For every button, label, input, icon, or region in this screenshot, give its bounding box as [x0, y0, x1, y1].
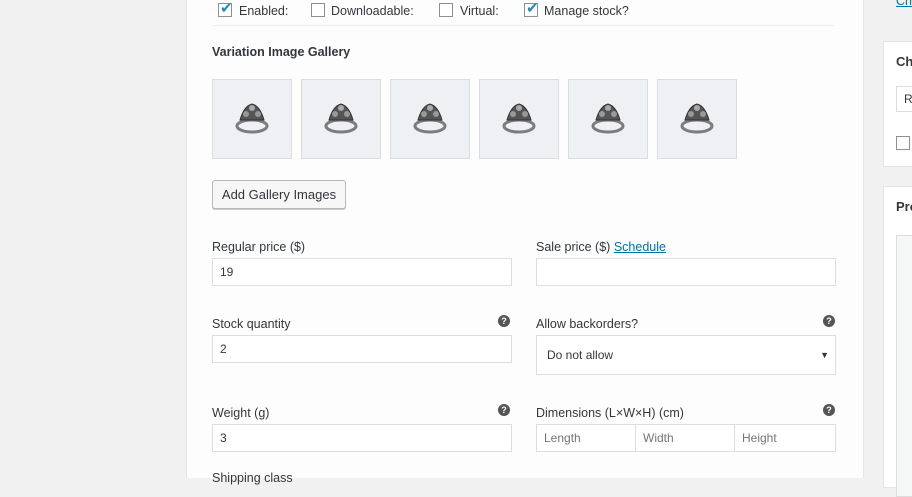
sidebar-checkbox[interactable]: [896, 136, 910, 150]
virtual-checkbox[interactable]: [439, 3, 453, 17]
length-input[interactable]: [536, 424, 636, 452]
sidebar-box-1: Ch R: [883, 41, 912, 167]
stock-quantity-label: Stock quantity: [212, 317, 291, 331]
variation-panel: [186, 0, 864, 478]
enabled-label: Enabled:: [239, 4, 289, 18]
regular-price-label: Regular price ($): [212, 240, 306, 254]
sidebar-top-link[interactable]: Ch: [896, 0, 912, 8]
height-input[interactable]: [734, 424, 836, 452]
gallery-thumbnail[interactable]: [568, 79, 648, 159]
ring-icon: [235, 103, 269, 134]
virtual-label: Virtual:: [460, 4, 499, 18]
weight-label: Weight (g): [212, 406, 270, 420]
gallery-thumbnail[interactable]: [479, 79, 559, 159]
ring-icon: [502, 103, 536, 134]
dropdown-arrow-icon: ▼: [820, 350, 829, 360]
ring-icon: [324, 103, 358, 134]
sale-price-label-text: Sale price ($): [536, 240, 611, 254]
sidebar-box-1-title: Ch: [896, 54, 912, 69]
gallery-thumbnail[interactable]: [212, 79, 292, 159]
backorders-select[interactable]: Do not allow ▼: [536, 335, 836, 375]
sidebar-box-2-image-area: [896, 235, 912, 497]
ring-icon: [680, 103, 714, 134]
checkmark-icon: ✔: [526, 0, 539, 17]
stock-quantity-input[interactable]: 2: [212, 335, 512, 363]
add-gallery-images-button[interactable]: Add Gallery Images: [212, 180, 346, 209]
sale-price-input[interactable]: [536, 258, 836, 286]
sale-price-label: Sale price ($) Schedule: [536, 240, 666, 254]
shipping-class-label: Shipping class: [212, 471, 293, 485]
backorders-label: Allow backorders?: [536, 317, 639, 331]
downloadable-checkbox[interactable]: [311, 3, 325, 17]
gallery-thumbnail[interactable]: [301, 79, 381, 159]
weight-input[interactable]: 3: [212, 424, 512, 452]
divider: [212, 25, 834, 26]
sidebar-box-2-title: Pro: [896, 199, 912, 214]
manage-stock-checkbox[interactable]: ✔: [524, 0, 539, 17]
help-icon[interactable]: ?: [823, 315, 835, 327]
sidebar-box-2: Pro: [883, 186, 912, 497]
gallery-thumbnail[interactable]: [390, 79, 470, 159]
sidebar-box-1-field[interactable]: R: [896, 86, 912, 112]
schedule-link[interactable]: Schedule: [614, 240, 666, 254]
manage-stock-label: Manage stock?: [544, 4, 629, 18]
dimensions-label: Dimensions (L×W×H) (cm): [536, 406, 684, 420]
enabled-checkbox[interactable]: ✔: [218, 0, 233, 17]
help-icon[interactable]: ?: [823, 404, 835, 416]
downloadable-label: Downloadable:: [331, 4, 414, 18]
checkmark-icon: ✔: [220, 0, 233, 17]
gallery-title: Variation Image Gallery: [212, 45, 351, 59]
backorders-selected-value: Do not allow: [547, 348, 614, 362]
help-icon[interactable]: ?: [498, 404, 510, 416]
width-input[interactable]: [635, 424, 735, 452]
ring-icon: [591, 103, 625, 134]
gallery-thumbnail[interactable]: [657, 79, 737, 159]
help-icon[interactable]: ?: [498, 315, 510, 327]
ring-icon: [413, 103, 447, 134]
regular-price-input[interactable]: 19: [212, 258, 512, 286]
